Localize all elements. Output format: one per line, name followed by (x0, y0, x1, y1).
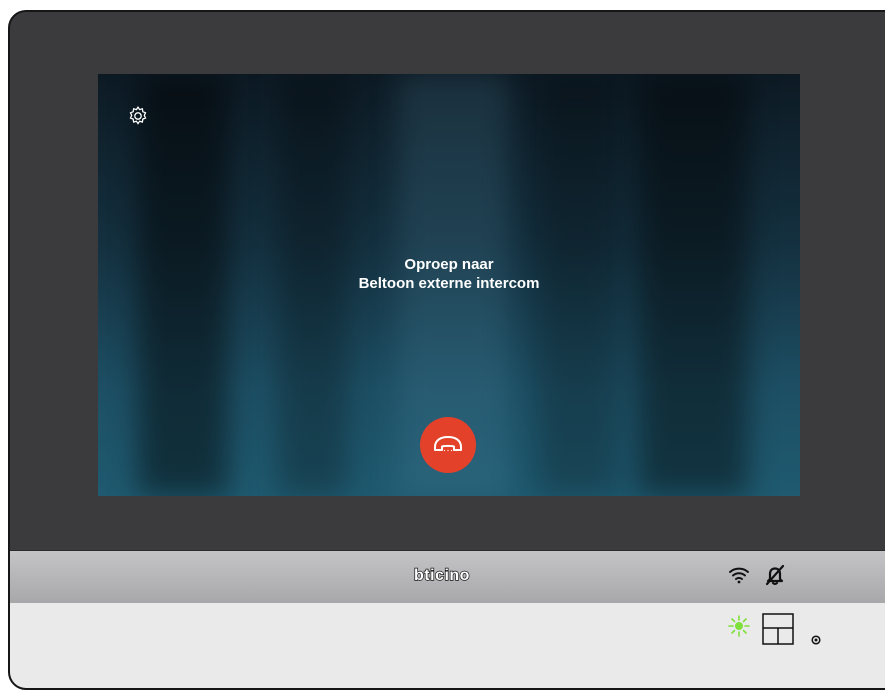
brand-logo: bticino (413, 566, 470, 584)
wifi-icon (728, 565, 750, 589)
gear-icon[interactable] (126, 104, 150, 128)
hangup-button[interactable] (420, 417, 476, 473)
phone-hangup-icon (434, 436, 462, 452)
light-sensor-icon (811, 630, 821, 649)
bottom-panel (10, 603, 885, 688)
brand-bar: bticino (10, 550, 885, 604)
touch-screen: Oproep naar Beltoon externe intercom (98, 74, 800, 496)
call-status-line: Oproep naar (404, 256, 494, 273)
video-intercom-device: Oproep naar Beltoon externe intercom bti… (8, 10, 885, 690)
status-led-icon (728, 615, 750, 641)
mute-ringer-icon (764, 564, 786, 590)
layout-key-icon[interactable] (762, 613, 794, 649)
call-target-name: Beltoon externe intercom (358, 275, 540, 292)
